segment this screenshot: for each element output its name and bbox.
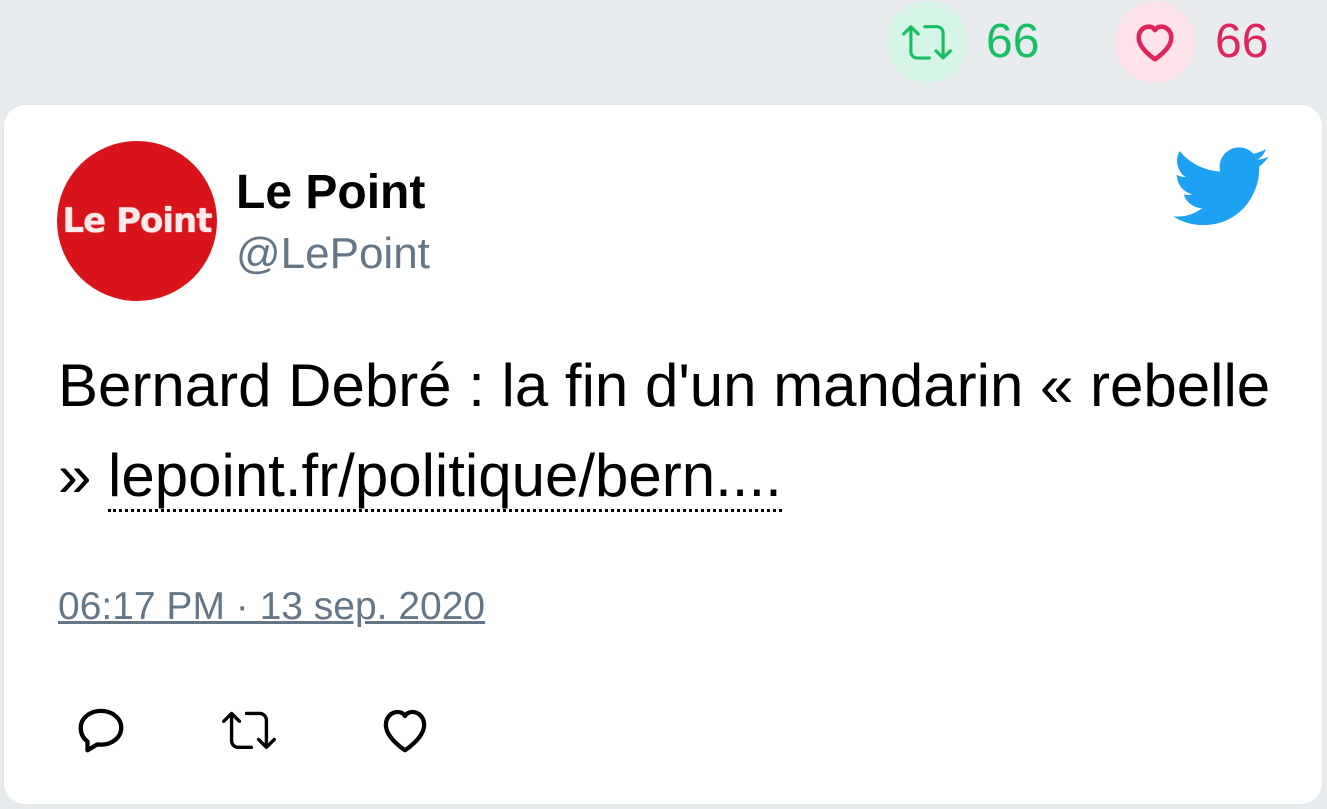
tweet-timestamp[interactable]: 06:17 PM · 13 sep. 2020 xyxy=(58,583,485,631)
author-handle[interactable]: @LePoint xyxy=(236,229,430,279)
tweet-card: Le Point Le Point @LePoint Bernard Debré… xyxy=(3,104,1323,805)
heart-icon xyxy=(1136,24,1174,62)
retweet-icon[interactable] xyxy=(222,703,276,757)
retweet-count: 66 xyxy=(986,15,1040,68)
avatar[interactable]: Le Point xyxy=(57,141,217,301)
like-icon[interactable] xyxy=(378,703,432,757)
avatar-logo-text: Le Point xyxy=(62,201,213,241)
author-name[interactable]: Le Point xyxy=(236,165,425,221)
like-stat-button[interactable] xyxy=(1114,1,1196,83)
top-stats-bar: 66 66 xyxy=(0,0,1327,104)
tweet-text: Bernard Debré : la fin d'un mandarin « r… xyxy=(58,341,1278,521)
retweet-stat-button[interactable] xyxy=(886,1,968,83)
like-count: 66 xyxy=(1215,15,1269,68)
twitter-bird-icon[interactable] xyxy=(1174,145,1270,225)
reply-icon[interactable] xyxy=(74,703,128,757)
retweet-icon xyxy=(902,25,952,60)
tweet-link[interactable]: lepoint.fr/politique/bern.... xyxy=(108,442,782,512)
